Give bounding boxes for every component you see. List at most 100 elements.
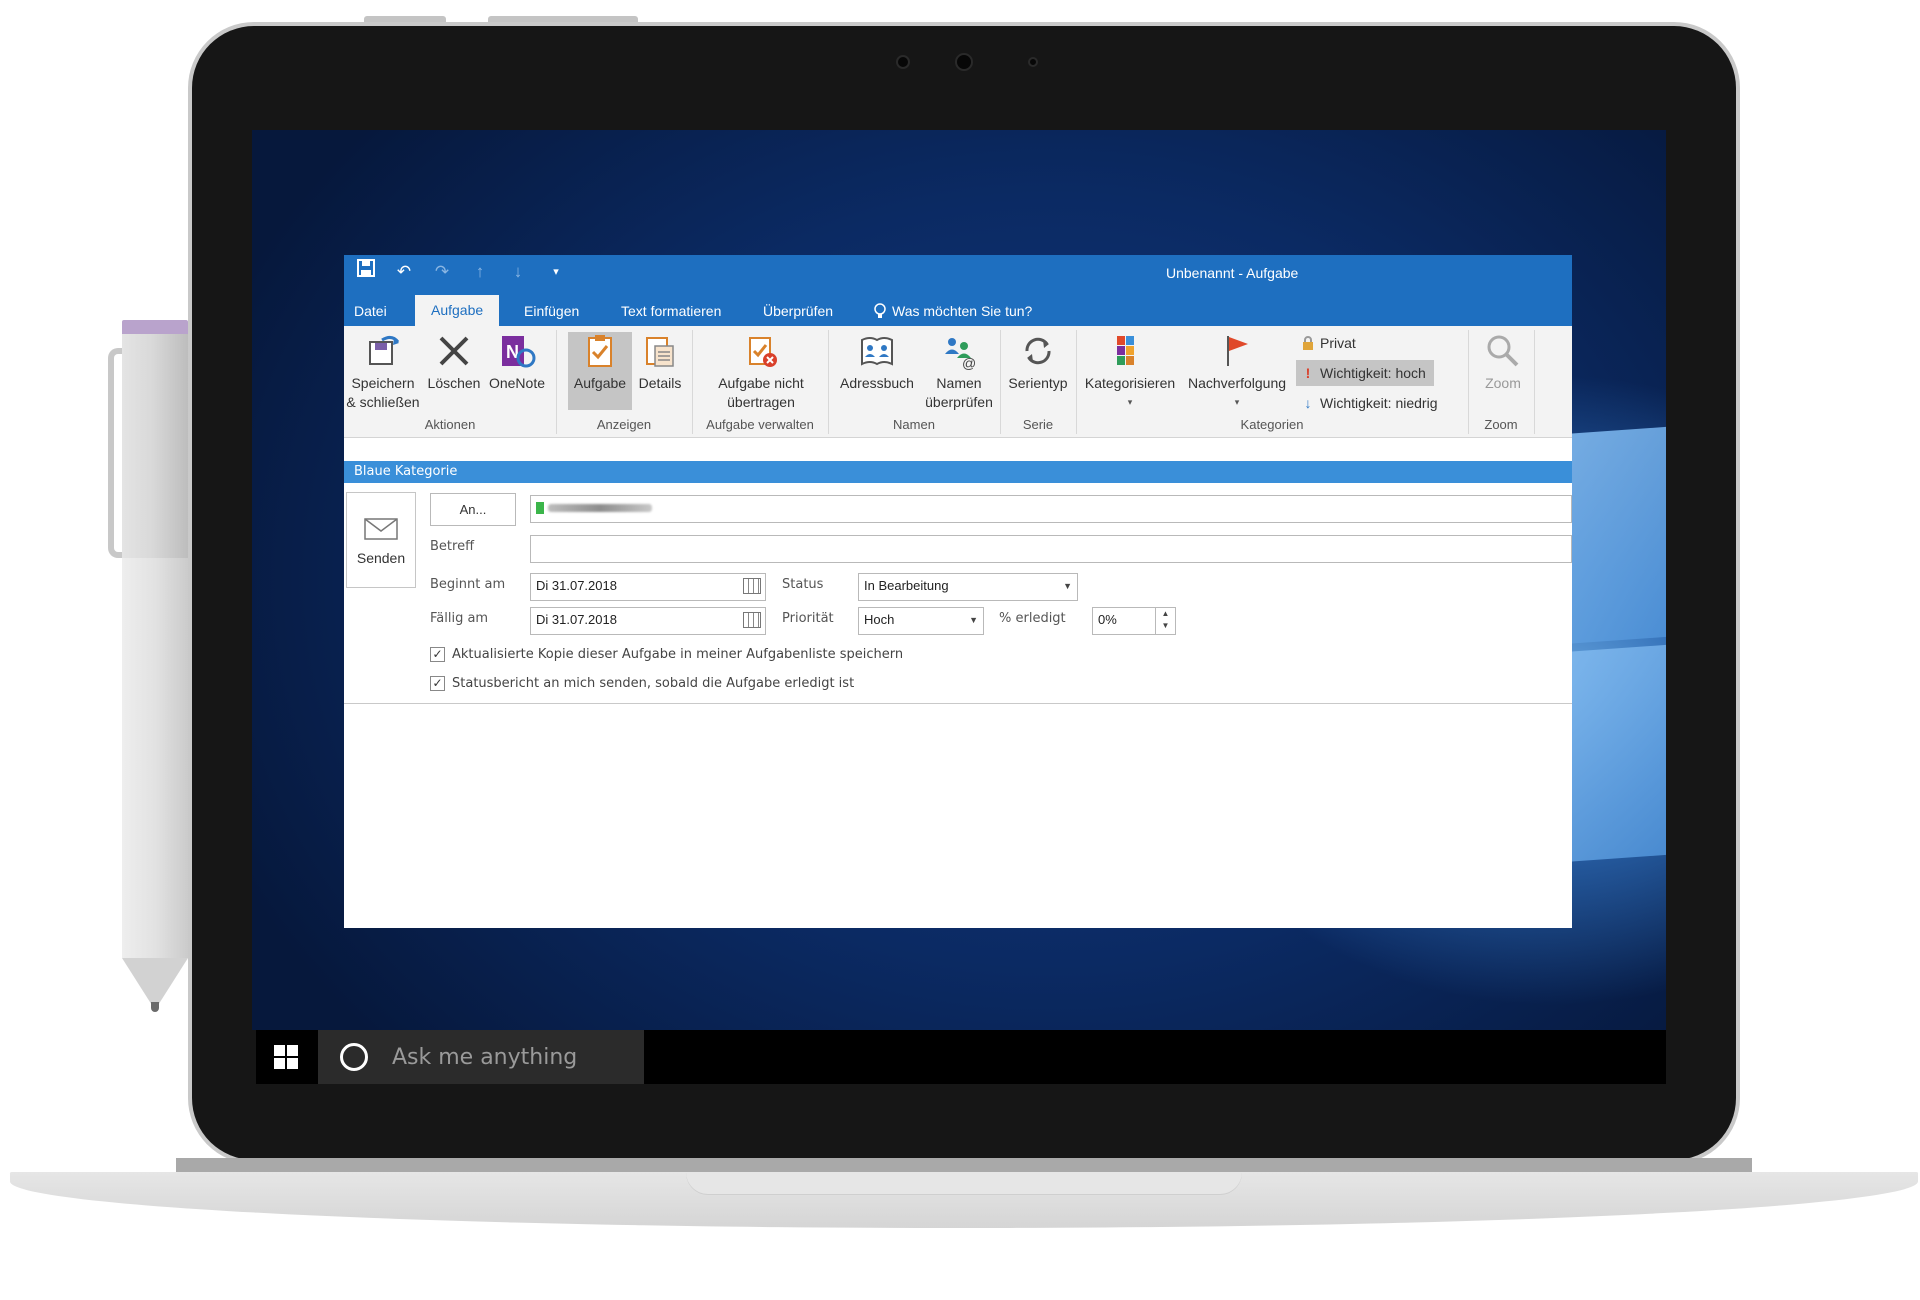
onenote-button[interactable]: N OneNote (484, 332, 550, 393)
spinner-arrows-icon[interactable]: ▲ ▼ (1155, 608, 1175, 634)
lightbulb-icon (874, 303, 886, 318)
keep-copy-checkbox[interactable]: ✓ Aktualisierte Kopie dieser Aufgabe in … (430, 647, 903, 662)
zoom-button[interactable]: Zoom (1474, 332, 1532, 393)
delete-icon (439, 336, 469, 366)
address-book-icon (861, 337, 893, 366)
quick-access-toolbar: ↶ ↷ ↑ ↓ ▾ (356, 259, 566, 285)
cortana-search-box[interactable]: Ask me anything (318, 1030, 644, 1084)
task-cancel-icon (749, 337, 777, 367)
percent-done-stepper[interactable]: 0% ▲ ▼ (1092, 607, 1176, 635)
pen-point (151, 1002, 159, 1012)
status-report-checkbox[interactable]: ✓ Statusbericht an mich senden, sobald d… (430, 676, 854, 691)
status-select[interactable]: In Bearbeitung ▼ (858, 573, 1078, 601)
privat-button[interactable]: Privat (1296, 330, 1364, 356)
status-label: Status (782, 577, 824, 592)
calendar-icon[interactable] (743, 612, 761, 628)
status-value: In Bearbeitung (864, 578, 949, 593)
tab-text-formatieren[interactable]: Text formatieren (621, 298, 721, 326)
laptop-hinge (176, 1158, 1752, 1172)
tab-datei[interactable]: Datei (354, 298, 387, 326)
start-button[interactable] (256, 1030, 316, 1084)
priority-value: Hoch (864, 612, 895, 627)
tab-aufgabe[interactable]: Aufgabe (415, 295, 500, 326)
priority-label: Priorität (782, 611, 834, 626)
wichtigkeit-niedrig-button[interactable]: ↓ Wichtigkeit: niedrig (1296, 390, 1446, 416)
due-date-value: Di 31.07.2018 (536, 612, 617, 627)
laptop-scene: Ask me anything ↶ ↷ ↑ ↓ ▾ Unbenannt - Au… (0, 0, 1920, 1300)
group-label-zoom: Zoom (1484, 417, 1518, 432)
namen-label-1: Namen (936, 375, 982, 391)
due-date-input[interactable]: Di 31.07.2018 (530, 607, 766, 635)
check-names-icon: @ (945, 338, 976, 370)
to-field[interactable] (530, 495, 1572, 523)
group-separator (1534, 330, 1535, 434)
group-label-namen: Namen (893, 417, 935, 432)
search-placeholder: Ask me anything (392, 1044, 578, 1070)
nachverfolgung-label: Nachverfolgung (1187, 375, 1287, 391)
percent-done-label: % erledigt (999, 611, 1066, 626)
keep-copy-label: Aktualisierte Kopie dieser Aufgabe in me… (452, 647, 904, 662)
taskbar: Ask me anything (256, 1030, 1666, 1084)
sensor-icon (1028, 57, 1038, 67)
send-button[interactable]: Senden (346, 492, 416, 588)
priority-select[interactable]: Hoch ▼ (858, 607, 984, 635)
tell-me-box[interactable]: Was möchten Sie tun? (874, 298, 1032, 324)
namen-ueberpruefen-button[interactable]: @ Namen überprüfen (922, 332, 996, 412)
save-icon[interactable] (356, 259, 376, 285)
details-icon (646, 337, 674, 367)
pen-barrel-top (122, 334, 188, 558)
checkmark-icon: ✓ (430, 647, 445, 662)
start-date-label: Beginnt am (430, 577, 506, 592)
up-icon[interactable]: ↑ (470, 259, 490, 285)
tab-ueberpruefen[interactable]: Überprüfen (763, 298, 833, 326)
serientyp-button[interactable]: Serientyp (1004, 332, 1072, 393)
save-close-label-1: Speichern (351, 375, 415, 391)
wichtigkeit-hoch-label: Wichtigkeit: hoch (1320, 365, 1426, 381)
details-button[interactable]: Details (634, 332, 686, 393)
pen-cap (122, 320, 188, 334)
chevron-down-icon: ▼ (969, 615, 978, 625)
adressbuch-button[interactable]: Adressbuch (834, 332, 920, 393)
undo-icon[interactable]: ↶ (394, 259, 414, 285)
categorize-icon (1117, 336, 1134, 365)
svg-text:@: @ (962, 355, 976, 370)
save-close-button[interactable]: Speichern & schließen (344, 332, 422, 412)
pen-barrel (122, 558, 188, 958)
presence-indicator (536, 501, 544, 514)
zoom-label: Zoom (1485, 375, 1521, 391)
aufgabe-nicht-uebertragen-button[interactable]: Aufgabe nicht übertragen (698, 332, 824, 412)
to-button[interactable]: An... (430, 493, 516, 526)
tell-me-text: Was möchten Sie tun? (892, 303, 1033, 319)
tab-einfuegen[interactable]: Einfügen (524, 298, 579, 326)
chevron-down-icon: ▾ (1234, 397, 1240, 407)
chevron-down-icon: ▼ (1063, 581, 1072, 591)
delete-button[interactable]: Löschen (426, 332, 482, 393)
nachverfolgung-button[interactable]: Nachverfolgung ▾ (1182, 332, 1292, 412)
task-body-editor[interactable] (344, 704, 1572, 928)
send-label: Senden (356, 550, 406, 566)
wallpaper-logo-pane (1572, 644, 1666, 862)
delete-label: Löschen (427, 375, 481, 391)
start-date-input[interactable]: Di 31.07.2018 (530, 573, 766, 601)
wichtigkeit-niedrig-label: Wichtigkeit: niedrig (1320, 395, 1438, 411)
title-bar: ↶ ↷ ↑ ↓ ▾ Unbenannt - Aufgabe (344, 255, 1572, 289)
wichtigkeit-hoch-button[interactable]: ! Wichtigkeit: hoch (1296, 360, 1434, 386)
zoom-magnifier-icon (1487, 335, 1519, 367)
ribbon: Speichern & schließen Löschen N OneNote … (344, 326, 1572, 438)
outlook-task-window: ↶ ↷ ↑ ↓ ▾ Unbenannt - Aufgabe Datei Aufg… (344, 255, 1572, 928)
category-infobar: Blaue Kategorie (344, 461, 1572, 483)
sensor-icon (896, 55, 910, 69)
subject-input[interactable] (530, 535, 1572, 563)
group-label-anzeigen: Anzeigen (596, 417, 652, 432)
arrow-down-icon: ↓ (1304, 395, 1312, 411)
down-icon[interactable]: ↓ (508, 259, 528, 285)
nicht-uebertragen-label-2: übertragen (727, 394, 795, 410)
status-report-label: Statusbericht an mich senden, sobald die… (452, 676, 855, 691)
redo-icon[interactable]: ↷ (432, 259, 452, 285)
details-label: Details (638, 375, 682, 391)
aufgabe-view-button[interactable]: Aufgabe (568, 332, 632, 410)
customize-icon[interactable]: ▾ (546, 259, 566, 285)
kategorisieren-button[interactable]: Kategorisieren ▾ (1080, 332, 1180, 412)
calendar-icon[interactable] (743, 578, 761, 594)
follow-up-flag-icon (1227, 336, 1248, 366)
